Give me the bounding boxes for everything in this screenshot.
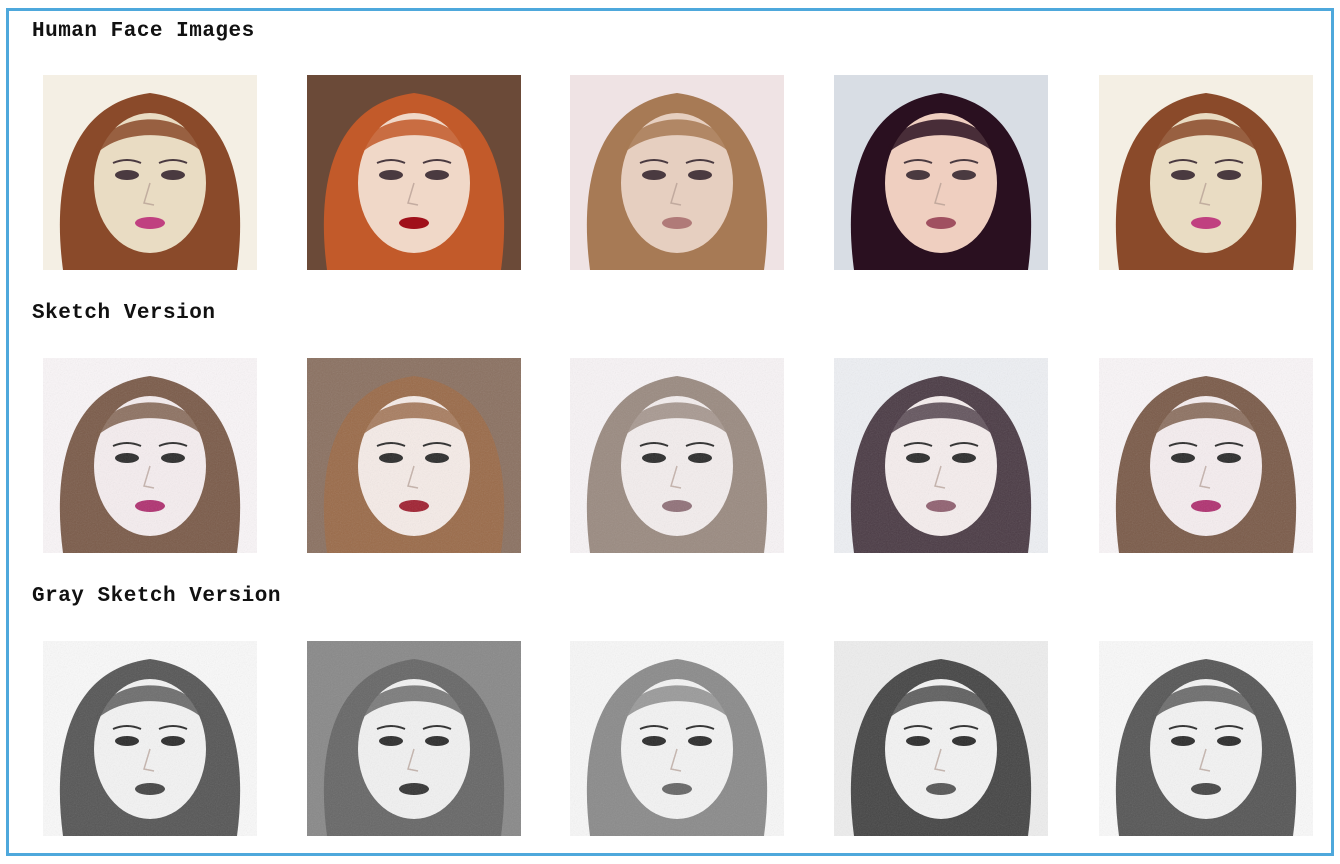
section-title-sketch: Sketch Version [32, 302, 216, 325]
gray-sketch-image-row [9, 641, 1331, 836]
right-eye [952, 170, 976, 180]
face-image-3 [570, 75, 784, 270]
left-eye [906, 170, 930, 180]
portrait-image [834, 641, 1048, 836]
portrait-image [834, 358, 1048, 553]
sketch-texture [570, 641, 784, 836]
section-title-human-face: Human Face Images [32, 20, 255, 43]
portrait-image [570, 641, 784, 836]
face-image-2 [307, 75, 521, 270]
face-image-row [9, 75, 1331, 270]
right-eye [161, 170, 185, 180]
sketch-texture [834, 641, 1048, 836]
lips [1191, 217, 1221, 229]
portrait-image [307, 358, 521, 553]
left-eye [1171, 170, 1195, 180]
sketch-image-3 [570, 358, 784, 553]
sketch-texture [307, 358, 521, 553]
portrait-image [834, 75, 1048, 270]
gray-sketch-image-1 [43, 641, 257, 836]
gray-sketch-image-4 [834, 641, 1048, 836]
face-image-1 [43, 75, 257, 270]
portrait-image [43, 358, 257, 553]
sketch-image-1 [43, 358, 257, 553]
left-eye [115, 170, 139, 180]
lips [135, 217, 165, 229]
sketch-texture [1099, 358, 1313, 553]
sketch-image-4 [834, 358, 1048, 553]
gray-sketch-image-2 [307, 641, 521, 836]
sketch-texture [1099, 641, 1313, 836]
section-title-gray-sketch: Gray Sketch Version [32, 585, 281, 608]
sketch-image-5 [1099, 358, 1313, 553]
lips [399, 217, 429, 229]
sketch-texture [834, 358, 1048, 553]
portrait-image [307, 75, 521, 270]
portrait-image [1099, 75, 1313, 270]
lips [662, 217, 692, 229]
sketch-texture [43, 641, 257, 836]
sketch-texture [43, 358, 257, 553]
sketch-texture [307, 641, 521, 836]
sketch-image-2 [307, 358, 521, 553]
left-eye [642, 170, 666, 180]
portrait-image [307, 641, 521, 836]
sketch-image-row [9, 358, 1331, 553]
right-eye [688, 170, 712, 180]
right-eye [1217, 170, 1241, 180]
face-image-4 [834, 75, 1048, 270]
sketch-texture [570, 358, 784, 553]
portrait-image [570, 75, 784, 270]
left-eye [379, 170, 403, 180]
portrait-image [43, 75, 257, 270]
portrait-image [570, 358, 784, 553]
portrait-image [1099, 641, 1313, 836]
portrait-image [1099, 358, 1313, 553]
right-eye [425, 170, 449, 180]
figure-frame: Human Face Images Sketch Version Gray Sk… [6, 8, 1334, 856]
gray-sketch-image-3 [570, 641, 784, 836]
gray-sketch-image-5 [1099, 641, 1313, 836]
lips [926, 217, 956, 229]
face-image-5 [1099, 75, 1313, 270]
portrait-image [43, 641, 257, 836]
